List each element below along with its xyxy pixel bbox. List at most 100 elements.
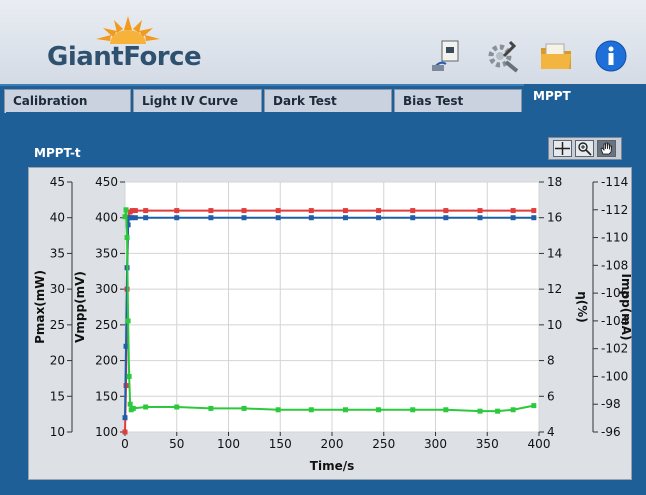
folder-icon[interactable] bbox=[538, 38, 574, 74]
x-tick-label: 0 bbox=[121, 437, 129, 451]
logo-text: GiantForce bbox=[47, 42, 202, 72]
impp-point bbox=[123, 207, 129, 213]
eta-tick-label: 12 bbox=[547, 282, 562, 296]
tab-mppt[interactable]: MPPT bbox=[524, 84, 646, 114]
vmpp-tick-label: 300 bbox=[95, 282, 118, 296]
impp-axis-title: Impp(mA) bbox=[619, 274, 632, 341]
pmax-point bbox=[174, 215, 180, 221]
pmax-point bbox=[132, 215, 138, 221]
tab-light-iv-curve[interactable]: Light IV Curve bbox=[133, 89, 262, 113]
pmax-point bbox=[122, 415, 128, 421]
x-axis-title: Time/s bbox=[310, 459, 354, 473]
x-tick-label: 250 bbox=[372, 437, 395, 451]
eta-tick-label: 4 bbox=[547, 425, 555, 439]
zoom-icon[interactable] bbox=[575, 140, 594, 157]
impp-point bbox=[125, 318, 131, 324]
vmpp-axis-title: Vmpp(mV) bbox=[73, 271, 87, 343]
info-icon[interactable] bbox=[593, 38, 629, 74]
pmax-tick-label: 10 bbox=[50, 425, 65, 439]
vmpp-tick-label: 350 bbox=[95, 246, 118, 260]
vmpp-point bbox=[342, 208, 348, 214]
impp-point bbox=[130, 405, 136, 411]
x-tick-label: 50 bbox=[169, 437, 184, 451]
pmax-axis-title: Pmax(mW) bbox=[33, 270, 47, 344]
pmax-point bbox=[376, 215, 382, 221]
vmpp-point bbox=[477, 208, 483, 214]
pmax-point bbox=[308, 215, 314, 221]
impp-tick-label: -96 bbox=[601, 425, 621, 439]
eta-tick-label: 16 bbox=[547, 211, 562, 225]
tab-calibration[interactable]: Calibration bbox=[4, 89, 131, 113]
app-header: GiantForce bbox=[0, 0, 646, 84]
tab-label: Dark Test bbox=[273, 94, 337, 108]
tools-icon[interactable] bbox=[484, 38, 520, 74]
impp-point bbox=[208, 405, 214, 411]
x-tick-label: 300 bbox=[424, 437, 447, 451]
impp-tick-label: -98 bbox=[601, 397, 621, 411]
vmpp-point bbox=[443, 208, 449, 214]
device-export-icon[interactable] bbox=[430, 38, 466, 74]
vmpp-point bbox=[510, 208, 516, 214]
x-tick-label: 350 bbox=[476, 437, 499, 451]
cursor-crosshair-icon[interactable] bbox=[553, 140, 572, 157]
impp-point bbox=[342, 407, 348, 413]
graph-palette bbox=[548, 137, 622, 160]
tab-bar: Calibration Light IV Curve Dark Test Bia… bbox=[0, 84, 646, 114]
pmax-tick-label: 25 bbox=[50, 318, 65, 332]
pmax-tick-label: 15 bbox=[50, 389, 65, 403]
impp-tick-label: -114 bbox=[601, 175, 628, 189]
impp-tick-label: -100 bbox=[601, 369, 628, 383]
giantforce-logo: GiantForce bbox=[42, 8, 202, 78]
impp-point bbox=[443, 407, 449, 413]
pmax-point bbox=[208, 215, 214, 221]
x-tick-label: 200 bbox=[321, 437, 344, 451]
impp-tick-label: -112 bbox=[601, 203, 628, 217]
impp-point bbox=[122, 214, 128, 220]
pmax-point bbox=[531, 215, 537, 221]
pmax-tick-label: 20 bbox=[50, 354, 65, 368]
pmax-tick-label: 45 bbox=[50, 175, 65, 189]
impp-point bbox=[410, 407, 416, 413]
vmpp-point bbox=[376, 208, 382, 214]
pmax-point bbox=[241, 215, 247, 221]
vmpp-point bbox=[275, 208, 281, 214]
vmpp-tick-label: 200 bbox=[95, 354, 118, 368]
pan-hand-icon[interactable] bbox=[597, 140, 616, 157]
vmpp-point bbox=[241, 208, 247, 214]
tab-dark-test[interactable]: Dark Test bbox=[264, 89, 392, 113]
graph-title: MPPT-t bbox=[34, 146, 81, 160]
eta-tick-label: 10 bbox=[547, 318, 562, 332]
impp-point bbox=[510, 407, 516, 413]
impp-point bbox=[241, 405, 247, 411]
vmpp-point bbox=[531, 208, 537, 214]
eta-tick-label: 8 bbox=[547, 354, 555, 368]
eta-tick-label: 18 bbox=[547, 175, 562, 189]
vmpp-tick-label: 400 bbox=[95, 211, 118, 225]
vmpp-point bbox=[174, 208, 180, 214]
impp-point bbox=[126, 373, 132, 379]
impp-point bbox=[174, 404, 180, 410]
eta-tick-label: 6 bbox=[547, 389, 555, 403]
pmax-point bbox=[410, 215, 416, 221]
tab-label: Bias Test bbox=[403, 94, 464, 108]
eta-tick-label: 14 bbox=[547, 246, 562, 260]
pmax-point bbox=[510, 215, 516, 221]
vmpp-tick-label: 450 bbox=[95, 175, 118, 189]
vmpp-tick-label: 100 bbox=[95, 425, 118, 439]
x-tick-label: 150 bbox=[269, 437, 292, 451]
impp-point bbox=[531, 403, 537, 409]
tab-bias-test[interactable]: Bias Test bbox=[394, 89, 522, 113]
tab-label: MPPT bbox=[533, 89, 571, 103]
x-tick-label: 100 bbox=[217, 437, 240, 451]
vmpp-point bbox=[208, 208, 214, 214]
eta-axis-title: η(%) bbox=[575, 291, 589, 323]
tab-label: Calibration bbox=[13, 94, 88, 108]
impp-point bbox=[477, 408, 483, 414]
pmax-tick-label: 35 bbox=[50, 246, 65, 260]
impp-point bbox=[308, 407, 314, 413]
impp-tick-label: -102 bbox=[601, 342, 628, 356]
pmax-point bbox=[275, 215, 281, 221]
impp-tick-label: -110 bbox=[601, 231, 628, 245]
pmax-point bbox=[143, 215, 149, 221]
mppt-time-chart[interactable]: 0 50 100 150 200 250 300 350 400 10 15 20 25 30 35 40 45… bbox=[28, 167, 632, 480]
